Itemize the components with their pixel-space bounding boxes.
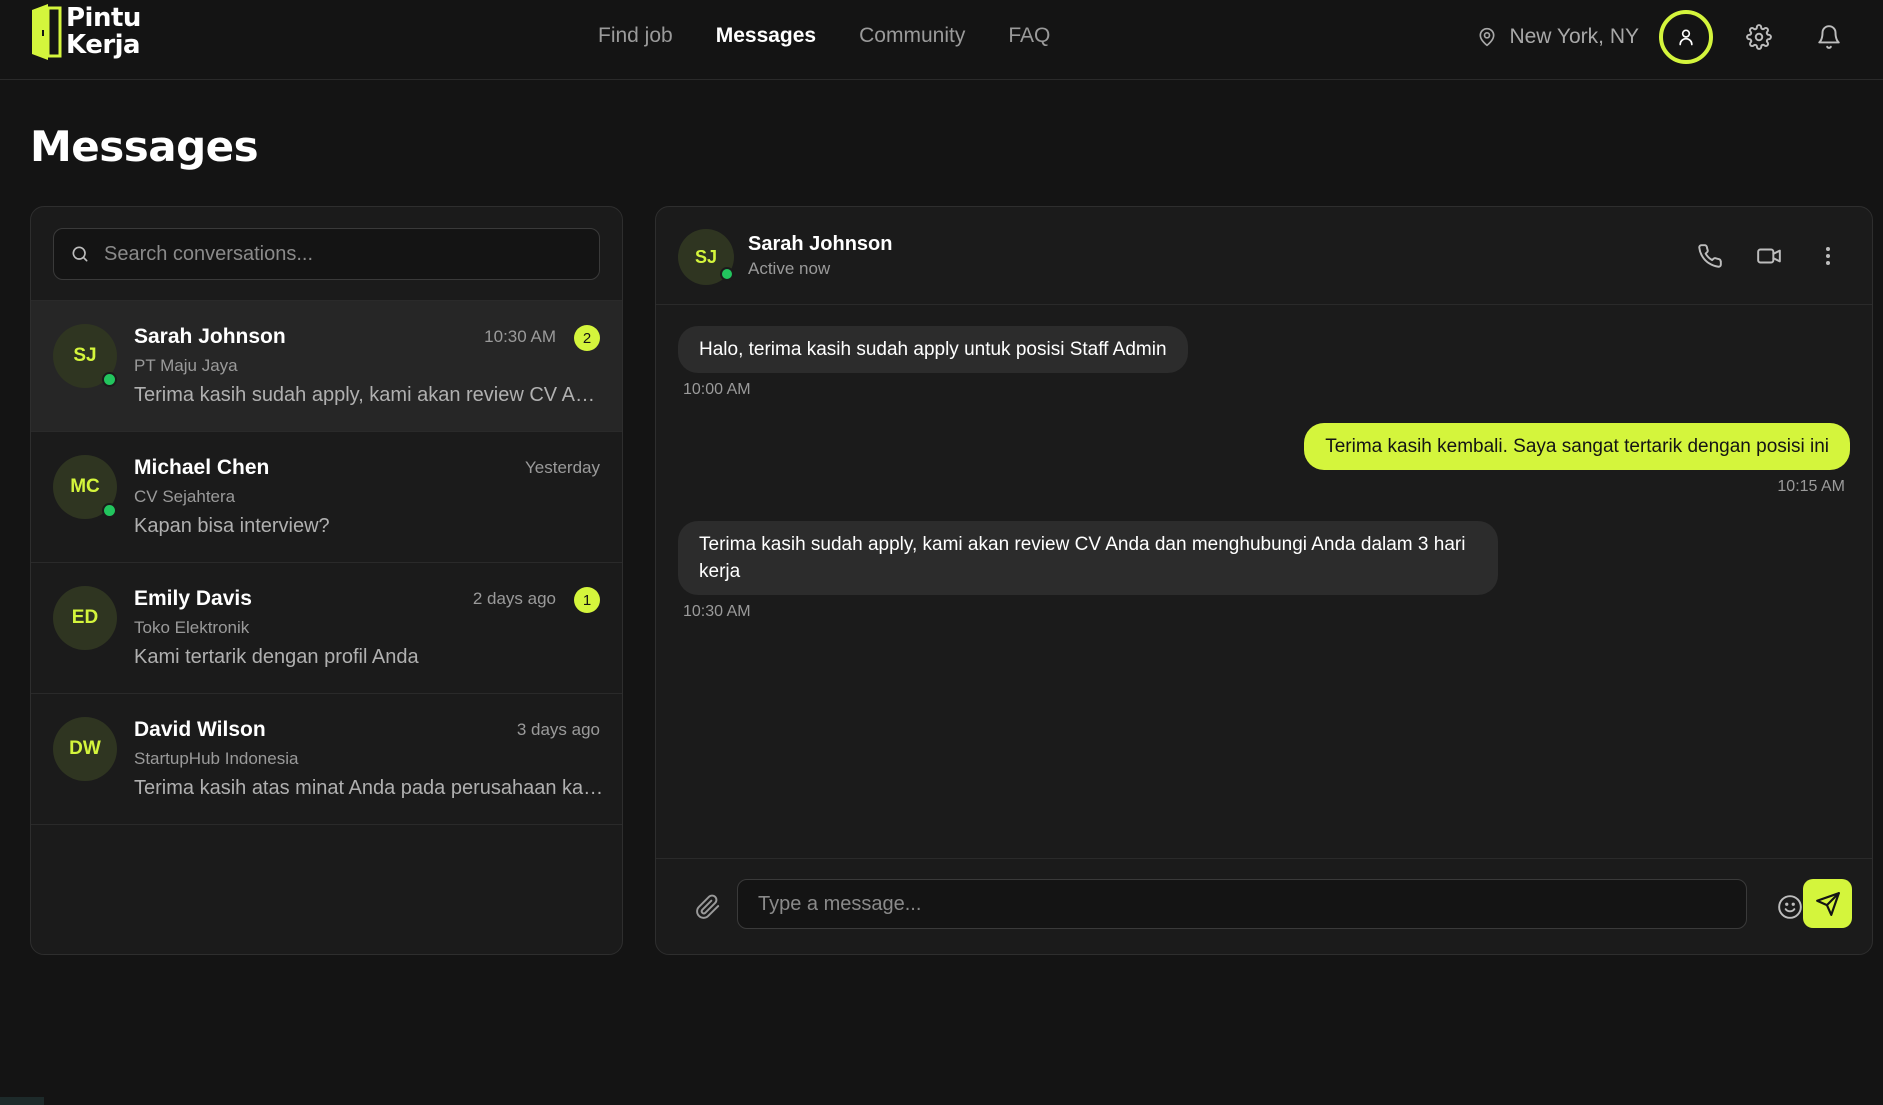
conversation-time: 3 days ago	[516, 720, 600, 739]
online-indicator	[720, 267, 734, 281]
unread-badge: 1	[574, 587, 600, 613]
search-icon	[72, 246, 88, 262]
notifications-button[interactable]	[1805, 13, 1853, 61]
location-selector[interactable]: New York, NY	[1477, 25, 1639, 49]
conversation-name: David Wilson	[134, 718, 266, 741]
chat-header: SJ Sarah Johnson Active now	[656, 207, 1872, 305]
conversation-item[interactable]: DW David Wilson 3 days ago StartupHub In…	[31, 694, 622, 825]
page-title: Messages	[30, 122, 259, 171]
search-area	[31, 207, 622, 301]
brand-name-line2: Kerja	[66, 30, 141, 60]
brand-name-line1: Pintu	[66, 3, 141, 33]
nav-find-job[interactable]: Find job	[598, 24, 673, 48]
conversation-time: 10:30 AM	[484, 327, 556, 346]
message-input[interactable]	[737, 879, 1747, 929]
conversation-company: StartupHub Indonesia	[134, 749, 299, 768]
attach-button[interactable]	[684, 883, 732, 931]
conversation-item[interactable]: MC Michael Chen Yesterday CV Sejahtera K…	[31, 432, 622, 563]
nav-messages[interactable]: Messages	[716, 24, 816, 48]
conversation-preview: Terima kasih sudah apply, kami akan revi…	[134, 384, 604, 406]
user-icon	[1679, 29, 1693, 46]
brand-logo[interactable]: Pintu Kerja	[30, 4, 141, 60]
corner-decoration	[0, 1097, 44, 1105]
conversation-list-panel: SJ Sarah Johnson 10:30 AM 2 PT Maju Jaya…	[30, 206, 623, 955]
message-bubble-incoming: Terima kasih sudah apply, kami akan revi…	[678, 521, 1498, 595]
search-box[interactable]	[53, 228, 600, 280]
nav-faq[interactable]: FAQ	[1008, 24, 1050, 48]
conversation-preview: Terima kasih atas minat Anda pada perusa…	[134, 777, 604, 799]
chat-contact-status: Active now	[748, 259, 831, 278]
map-pin-icon	[1479, 27, 1495, 47]
conversation-item[interactable]: ED Emily Davis 2 days ago 1 Toko Elektro…	[31, 563, 622, 694]
message-time: 10:15 AM	[1777, 478, 1845, 495]
header-actions: New York, NY	[1477, 10, 1853, 64]
message-time: 10:30 AM	[683, 603, 751, 620]
paperclip-icon	[696, 894, 720, 919]
conversation-time: 2 days ago	[472, 589, 556, 608]
conversation-company: CV Sejahtera	[134, 487, 236, 506]
door-logo-icon	[30, 4, 64, 60]
conversation-company: PT Maju Jaya	[134, 356, 238, 375]
phone-icon	[1697, 243, 1722, 268]
message-composer	[656, 858, 1872, 954]
more-vertical-icon	[1825, 246, 1830, 265]
conversation-name: Michael Chen	[134, 456, 270, 479]
brand-name: Pintu Kerja	[66, 5, 141, 59]
message-bubble-outgoing: Terima kasih kembali. Saya sangat tertar…	[1304, 423, 1850, 470]
video-camera-icon	[1756, 248, 1781, 263]
avatar: DW	[53, 717, 117, 781]
nav-community[interactable]: Community	[859, 24, 965, 48]
send-icon	[1815, 891, 1840, 916]
search-input[interactable]	[104, 242, 584, 266]
main-nav: Find job Messages Community FAQ	[598, 24, 1050, 48]
chat-actions	[1687, 233, 1850, 278]
top-navigation-bar: Pintu Kerja Find job Messages Community …	[0, 0, 1883, 80]
online-indicator	[102, 503, 117, 518]
message-time: 10:00 AM	[683, 381, 751, 398]
chat-contact-name: Sarah Johnson	[748, 233, 893, 255]
unread-badge: 2	[574, 325, 600, 351]
settings-button[interactable]	[1735, 13, 1783, 61]
bell-icon	[1818, 25, 1840, 49]
profile-button[interactable]	[1659, 10, 1713, 64]
conversation-time: Yesterday	[525, 458, 600, 477]
call-button[interactable]	[1687, 233, 1732, 278]
chat-panel: SJ Sarah Johnson Active now Halo, terima…	[655, 206, 1873, 955]
avatar: ED	[53, 586, 117, 650]
conversation-name: Sarah Johnson	[134, 325, 286, 348]
conversation-name: Emily Davis	[134, 587, 252, 610]
send-button[interactable]	[1803, 879, 1852, 928]
smiley-icon	[1778, 895, 1802, 919]
conversation-preview: Kapan bisa interview?	[134, 515, 330, 537]
online-indicator	[102, 372, 117, 387]
gear-icon	[1746, 24, 1772, 50]
more-options-button[interactable]	[1805, 233, 1850, 278]
conversation-preview: Kami tertarik dengan profil Anda	[134, 646, 419, 668]
message-bubble-incoming: Halo, terima kasih sudah apply untuk pos…	[678, 326, 1188, 373]
conversation-item[interactable]: SJ Sarah Johnson 10:30 AM 2 PT Maju Jaya…	[31, 301, 622, 432]
video-call-button[interactable]	[1746, 233, 1791, 278]
location-label: New York, NY	[1509, 25, 1639, 48]
conversation-company: Toko Elektronik	[134, 618, 250, 637]
